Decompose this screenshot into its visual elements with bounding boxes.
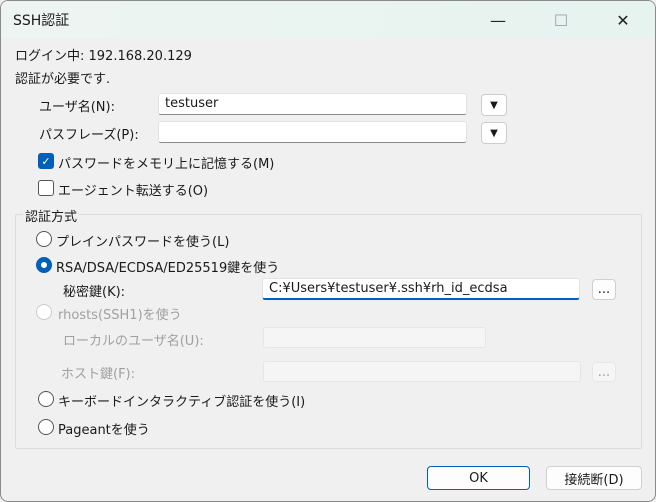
private-key-browse-button[interactable]: ... bbox=[592, 279, 616, 300]
username-label: ユーザ名(N): bbox=[39, 100, 115, 115]
local-user-input bbox=[263, 327, 486, 348]
dropdown-icon: ▼ bbox=[490, 99, 498, 111]
rsa-key-radio[interactable] bbox=[36, 257, 52, 273]
title-bar: SSH認証 — ☐ ✕ bbox=[1, 1, 655, 38]
remember-password-checkbox[interactable]: ✓ bbox=[38, 153, 54, 169]
close-button[interactable]: ✕ bbox=[600, 5, 646, 35]
ssh-auth-dialog: SSH認証 — ☐ ✕ ログイン中: 192.168.20.129 認証が必要で… bbox=[0, 0, 656, 502]
login-status: ログイン中: 192.168.20.129 bbox=[15, 49, 192, 64]
auth-required-text: 認証が必要です. bbox=[15, 72, 111, 87]
host-key-browse-button: ... bbox=[592, 362, 616, 382]
passphrase-label: パスフレーズ(P): bbox=[39, 128, 139, 143]
pageant-radio[interactable] bbox=[38, 419, 54, 435]
maximize-button: ☐ bbox=[538, 5, 584, 35]
maximize-icon: ☐ bbox=[553, 10, 569, 30]
username-input[interactable]: testuser bbox=[158, 93, 467, 115]
private-key-label: 秘密鍵(K): bbox=[63, 285, 126, 300]
rhosts-radio bbox=[36, 304, 52, 320]
keyboard-interactive-radio[interactable] bbox=[38, 391, 54, 407]
plain-password-radio[interactable] bbox=[36, 231, 52, 247]
window-title: SSH認証 bbox=[13, 13, 70, 29]
keyboard-interactive-label: キーボードインタラクティブ認証を使う(I) bbox=[58, 395, 306, 410]
auth-method-legend: 認証方式 bbox=[23, 206, 80, 225]
host-key-label: ホスト鍵(F): bbox=[61, 367, 136, 382]
rsa-key-label: RSA/DSA/ECDSA/ED25519鍵を使う bbox=[56, 261, 280, 276]
host-key-input bbox=[263, 361, 581, 382]
dropdown-icon: ▼ bbox=[490, 127, 498, 139]
plain-password-label: プレインパスワードを使う(L) bbox=[56, 235, 230, 250]
private-key-input[interactable]: C:¥Users¥testuser¥.ssh¥rh_id_ecdsa bbox=[262, 278, 580, 300]
pageant-label: Pageantを使う bbox=[58, 423, 150, 438]
minimize-button[interactable]: — bbox=[475, 5, 521, 35]
rhosts-label: rhosts(SSH1)を使う bbox=[58, 308, 182, 323]
check-icon: ✓ bbox=[41, 154, 51, 168]
remember-password-label: パスワードをメモリ上に記憶する(M) bbox=[58, 157, 275, 172]
agent-forward-label: エージェント転送する(O) bbox=[58, 184, 209, 199]
local-user-label: ローカルのユーザ名(U): bbox=[63, 334, 204, 349]
close-icon: ✕ bbox=[616, 10, 630, 30]
username-dropdown-button[interactable]: ▼ bbox=[481, 94, 507, 116]
minimize-icon: — bbox=[490, 10, 506, 30]
disconnect-button[interactable]: 接続断(D) bbox=[546, 466, 642, 490]
passphrase-dropdown-button[interactable]: ▼ bbox=[481, 122, 507, 144]
agent-forward-checkbox[interactable] bbox=[38, 180, 54, 196]
ok-button[interactable]: OK bbox=[427, 466, 530, 490]
passphrase-input[interactable] bbox=[158, 121, 467, 143]
